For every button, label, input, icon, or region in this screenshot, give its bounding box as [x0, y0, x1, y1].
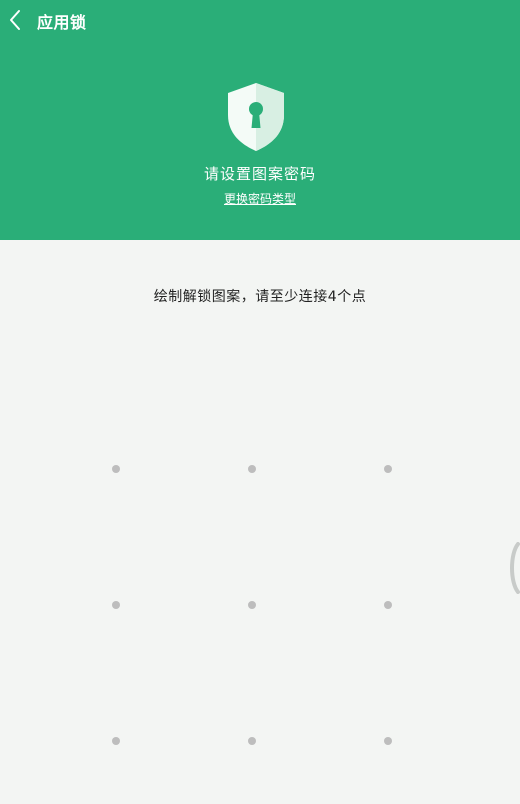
- pattern-dot[interactable]: [248, 601, 256, 609]
- pattern-dot[interactable]: [112, 737, 120, 745]
- edge-swipe-handle[interactable]: [506, 542, 520, 594]
- pattern-dot[interactable]: [248, 737, 256, 745]
- pattern-dot[interactable]: [112, 465, 120, 473]
- pattern-dot[interactable]: [384, 465, 392, 473]
- pattern-dot[interactable]: [112, 601, 120, 609]
- pattern-dot[interactable]: [248, 465, 256, 473]
- pattern-dot[interactable]: [384, 601, 392, 609]
- pattern-dot[interactable]: [384, 737, 392, 745]
- app-lock-screen: 应用锁 请设置图案密码 更换密码类型 绘制解锁图案，请至少连接4个点: [0, 0, 520, 804]
- pattern-grid[interactable]: [0, 0, 520, 804]
